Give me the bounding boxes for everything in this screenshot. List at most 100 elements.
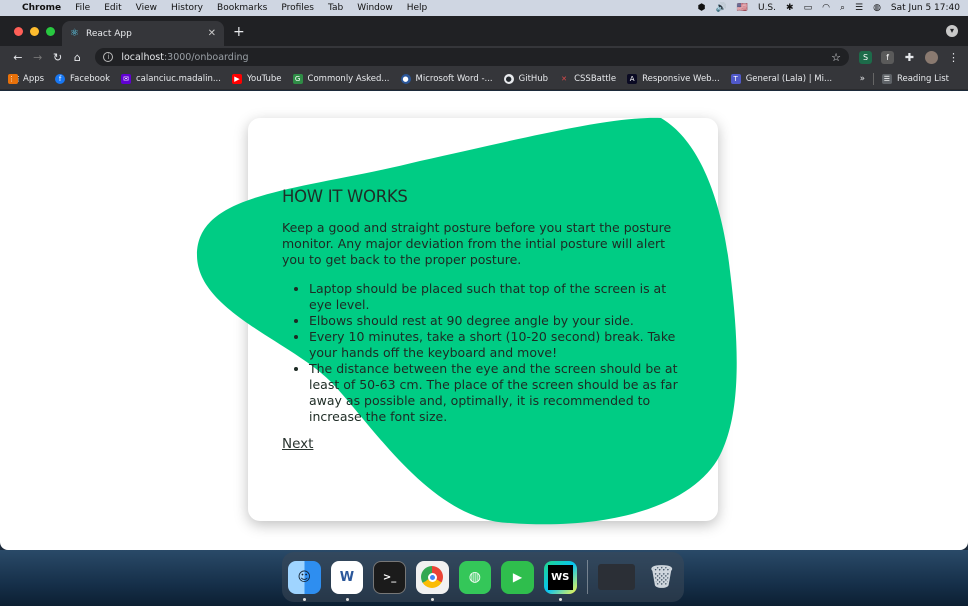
bookmarks-separator (872, 72, 874, 85)
bookmark-label: General (Lala) | Mi... (745, 73, 833, 84)
back-arrow-icon[interactable]: ← (8, 51, 28, 64)
facetime-icon[interactable]: ▶ (501, 560, 534, 594)
messages-icon[interactable]: ◍ (458, 560, 492, 594)
cssbattle-icon: ✕ (559, 73, 570, 84)
wifi-icon[interactable]: ◠ (822, 3, 830, 13)
url-path: :3000/onboarding (163, 51, 249, 63)
chrome-menu-icon[interactable]: ⋮ (947, 51, 960, 64)
forward-arrow-icon[interactable]: → (28, 51, 48, 64)
macos-menubar: Chrome File Edit View History Bookmarks … (0, 0, 968, 16)
menu-bookmarks[interactable]: Bookmarks (217, 3, 267, 13)
menu-help[interactable]: Help (407, 3, 428, 13)
bookmark-apps[interactable]: ⋮⋮ Apps (8, 73, 45, 84)
menu-window[interactable]: Window (357, 3, 393, 13)
bookmark-youtube[interactable]: ▶ YouTube (231, 73, 282, 84)
site-info-icon[interactable]: i (103, 52, 114, 62)
bluetooth-icon[interactable]: ✱ (786, 3, 794, 13)
macos-dock: ☺ W >_ ◍ ▶ WS 🗑 (282, 552, 684, 602)
youtube-icon: ▶ (231, 73, 242, 84)
bookmark-label: Apps (23, 73, 45, 84)
bookmark-word[interactable]: ● Microsoft Word -... (400, 73, 493, 84)
react-favicon-icon: ⚛ (70, 28, 79, 39)
tab-title: React App (85, 28, 132, 39)
minimize-window-button[interactable] (30, 27, 39, 36)
control-center-icon[interactable]: ☰ (855, 3, 863, 13)
web-page: HOW IT WORKS Keep a good and straight po… (0, 91, 968, 550)
bookmarks-bar: ⋮⋮ Apps f Facebook ✉ calanciuc.madalin..… (0, 68, 968, 90)
posture-tips-list: Laptop should be placed such that top of… (282, 281, 687, 425)
list-item: Elbows should rest at 90 degree angle by… (309, 313, 687, 329)
extensions-area: S f ✚ ⋮ (858, 50, 960, 64)
list-item: The distance between the eye and the scr… (309, 361, 687, 425)
menu-app-name[interactable]: Chrome (22, 3, 61, 13)
siri-icon[interactable]: ◍ (873, 3, 881, 13)
menu-tab[interactable]: Tab (328, 3, 343, 13)
intro-paragraph: Keep a good and straight posture before … (282, 220, 672, 267)
bookmark-star-icon[interactable]: ☆ (831, 51, 841, 64)
menubar-clock[interactable]: Sat Jun 5 17:40 (891, 3, 960, 13)
bookmark-label: calanciuc.madalin... (136, 73, 221, 84)
status-app-icon[interactable]: ⬢ (698, 3, 706, 13)
reading-list-icon: ☰ (881, 73, 892, 84)
finder-icon[interactable]: ☺ (288, 560, 321, 601)
terminal-icon[interactable]: >_ (373, 560, 406, 594)
input-source-flag-icon[interactable]: 🇺🇸 (737, 3, 748, 13)
browser-tab-strip: ⚛ React App ✕ + ▾ (0, 16, 968, 46)
facebook-icon: f (55, 73, 66, 84)
menu-edit[interactable]: Edit (104, 3, 121, 13)
webstorm-icon[interactable]: WS (543, 560, 577, 601)
bookmark-label: YouTube (246, 73, 282, 84)
bookmark-teams[interactable]: T General (Lala) | Mi... (730, 73, 833, 84)
bookmark-cssbattle[interactable]: ✕ CSSBattle (559, 73, 617, 84)
input-source-label[interactable]: U.S. (758, 3, 776, 13)
reload-icon[interactable]: ↻ (48, 51, 68, 64)
menu-history[interactable]: History (171, 3, 203, 13)
reading-list-button[interactable]: ☰ Reading List (881, 73, 949, 84)
new-tab-button[interactable]: + (233, 24, 245, 40)
tab-react-app[interactable]: ⚛ React App ✕ (62, 21, 224, 46)
bookmark-gfg[interactable]: G Commonly Asked... (292, 73, 390, 84)
zoom-window-button[interactable] (46, 27, 55, 36)
spotlight-search-icon[interactable]: ⌕ (840, 3, 845, 13)
f-extension-icon[interactable]: f (880, 50, 894, 64)
apps-grid-icon: ⋮⋮ (8, 73, 22, 84)
trash-icon[interactable]: 🗑 (645, 561, 678, 594)
profile-avatar[interactable] (924, 50, 938, 64)
bookmark-label: Responsive Web... (642, 73, 720, 84)
bookmark-label: Microsoft Word -... (415, 73, 493, 84)
word-icon[interactable]: W (330, 560, 364, 601)
mail-icon: ✉ (121, 73, 131, 84)
extensions-puzzle-icon[interactable]: ✚ (903, 51, 916, 64)
chrome-icon[interactable] (415, 560, 449, 601)
menu-profiles[interactable]: Profiles (281, 3, 314, 13)
more-bookmarks-button[interactable]: » (860, 74, 865, 84)
list-item: Laptop should be placed such that top of… (309, 281, 687, 313)
page-title: HOW IT WORKS (282, 187, 408, 206)
window-controls (14, 27, 55, 36)
gfg-icon: G (292, 73, 303, 84)
volume-icon[interactable]: 🔊 (716, 3, 727, 13)
bookmark-facebook[interactable]: f Facebook (55, 73, 110, 84)
menu-view[interactable]: View (136, 3, 157, 13)
onboarding-content: HOW IT WORKS Keep a good and straight po… (282, 187, 687, 452)
close-window-button[interactable] (14, 27, 23, 36)
freecodecamp-icon: A (627, 73, 638, 84)
bookmark-freecodecamp[interactable]: A Responsive Web... (627, 73, 720, 84)
s-extension-icon[interactable]: S (858, 50, 872, 64)
address-bar[interactable]: i localhost :3000/onboarding ☆ (95, 48, 849, 66)
home-icon[interactable]: ⌂ (67, 51, 87, 64)
bookmark-label: Facebook (70, 73, 110, 84)
browser-toolbar: ← → ↻ ⌂ i localhost :3000/onboarding ☆ S… (0, 46, 968, 68)
bookmark-label: CSSBattle (574, 73, 617, 84)
bookmark-label: GitHub (518, 73, 549, 84)
menu-file[interactable]: File (75, 3, 90, 13)
minimized-window-thumbnail[interactable] (597, 564, 636, 590)
bookmark-mail[interactable]: ✉ calanciuc.madalin... (121, 73, 221, 84)
tab-close-icon[interactable]: ✕ (208, 28, 216, 39)
bookmark-label: Commonly Asked... (307, 73, 390, 84)
list-item: Every 10 minutes, take a short (10-20 se… (309, 329, 687, 361)
battery-icon[interactable]: ▭ (804, 3, 813, 13)
tab-search-icon[interactable]: ▾ (946, 25, 958, 37)
bookmark-github[interactable]: ● GitHub (503, 73, 549, 84)
next-link[interactable]: Next (282, 436, 313, 452)
